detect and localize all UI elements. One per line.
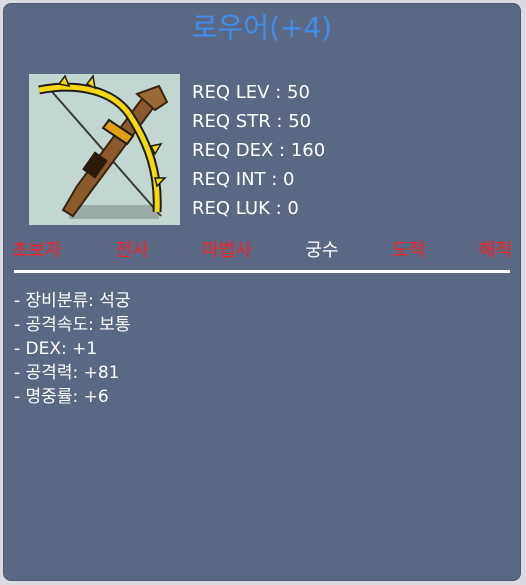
job-beginner: 초보자 (12, 240, 62, 261)
job-magician: 마법사 (202, 240, 252, 261)
item-tooltip: 로우어(+4) REQ LEV : 50 REQ STR: 50 REQ DE… (3, 3, 521, 581)
option-dex: - DEX: +1 (14, 339, 98, 359)
item-options: - 장비분류: 석궁 - 공격속도: 보통 - DEX: +1 - 공격력: +… (14, 289, 131, 409)
req-level: REQ LEV : 50 (192, 82, 310, 103)
option-accuracy: - 명중률: +6 (14, 387, 109, 407)
req-dex: REQ DEX : 160 (192, 140, 326, 161)
option-attack: - 공격력: +81 (14, 363, 120, 383)
req-luk: REQ LUK : 0 (192, 198, 299, 219)
req-str: REQ STR : 50 (192, 111, 312, 132)
option-category: - 장비분류: 석궁 (14, 291, 131, 311)
job-bowman: 궁수 (305, 240, 339, 261)
job-warrior: 전사 (115, 240, 149, 261)
job-restrictions: 초보자 전사 마법사 궁수 도적 해적 (12, 239, 512, 263)
job-thief: 도적 (392, 240, 426, 261)
golden-crossbow-icon (38, 74, 169, 219)
job-pirate: 해적 (478, 240, 512, 261)
divider (14, 270, 510, 273)
item-icon-frame (29, 74, 180, 225)
req-int: REQ INT : 0 (192, 169, 295, 190)
requirements-list: REQ LEV : 50 REQ STR : 50 REQ DEX : 160 … (192, 78, 325, 223)
item-name: 로우어(+4) (191, 11, 333, 44)
option-attack-speed: - 공격속도: 보통 (14, 315, 131, 335)
